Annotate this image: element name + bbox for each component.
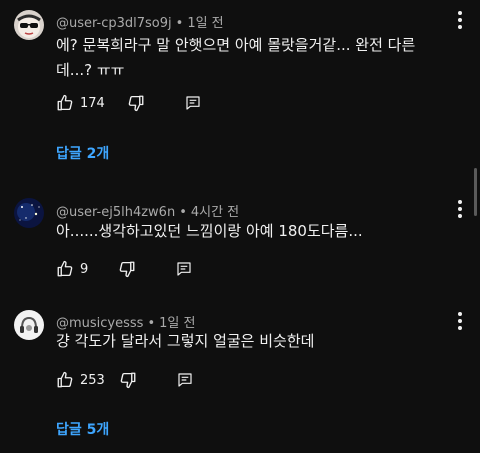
like-count: 253 (80, 372, 105, 388)
comment-actions: 253 (56, 369, 193, 391)
replies-toggle[interactable]: 답글 5개 (56, 419, 109, 439)
comment-actions: 174 (56, 92, 201, 114)
reply-comment-icon (186, 96, 200, 110)
comment-text-line: 에? 문복희라구 말 안햇으면 아예 몰랏을거같... 완전 다른 (56, 36, 416, 54)
avatar[interactable] (14, 10, 44, 40)
comment-time: 1일 전 (187, 16, 224, 31)
comment-author[interactable]: @user-ej5lh4zw6n (56, 205, 175, 220)
comment-time: 4시간 전 (190, 205, 240, 220)
headphones-avatar-icon (14, 310, 44, 340)
reply-button[interactable] (176, 258, 192, 280)
meta-separator: • (175, 16, 184, 31)
comment-text-line: 걍 각도가 달라서 그렇지 얼굴은 비슷한데 (56, 332, 315, 350)
like-button[interactable]: 9 (56, 258, 88, 280)
reply-button[interactable] (185, 92, 201, 114)
comment-actions: 9 (56, 258, 192, 280)
replies-toggle[interactable]: 답글 2개 (56, 143, 109, 163)
reply-button[interactable] (177, 369, 193, 391)
comment-meta: @user-ej5lh4zw6n • 4시간 전 (56, 201, 239, 220)
more-vertical-icon[interactable] (454, 310, 466, 332)
thumbs-up-icon (57, 94, 73, 111)
like-button[interactable]: 174 (56, 92, 105, 114)
dislike-button[interactable] (127, 92, 145, 114)
comment-text: 걍 각도가 달라서 그렇지 얼굴은 비슷한데 (56, 329, 436, 354)
comment-text: 에? 문복희라구 말 안햇으면 아예 몰랏을거같... 완전 다른 데...? … (56, 33, 436, 83)
comment-text-line: 데...? ㅠㅠ (56, 61, 125, 79)
dislike-button[interactable] (119, 369, 137, 391)
avatar[interactable] (14, 310, 44, 340)
dislike-button[interactable] (118, 258, 136, 280)
avatar[interactable] (14, 198, 44, 228)
comment-author[interactable]: @user-cp3dl7so9j (56, 16, 172, 31)
thumbs-down-icon (128, 95, 144, 112)
like-count: 9 (80, 261, 89, 277)
thumbs-down-icon (120, 372, 136, 389)
comment-meta: @user-cp3dl7so9j • 1일 전 (56, 12, 224, 31)
scrollbar[interactable] (474, 168, 477, 216)
comment-text: 아......생각하고있던 느낌이랑 아예 180도다름... (56, 219, 436, 244)
reply-comment-icon (178, 373, 192, 387)
cartoon-face-sunglasses-avatar-icon (14, 10, 44, 40)
like-button[interactable]: 253 (56, 369, 105, 391)
reply-comment-icon (177, 262, 191, 276)
thumbs-down-icon (119, 261, 135, 278)
like-count: 174 (80, 95, 105, 111)
more-vertical-icon[interactable] (454, 198, 466, 220)
thumbs-up-icon (57, 371, 73, 388)
comment-text-line: 아......생각하고있던 느낌이랑 아예 180도다름... (56, 222, 363, 240)
starry-night-avatar-icon (14, 198, 44, 228)
meta-separator: • (179, 205, 187, 220)
more-vertical-icon[interactable] (454, 9, 466, 31)
thumbs-up-icon (57, 260, 73, 277)
